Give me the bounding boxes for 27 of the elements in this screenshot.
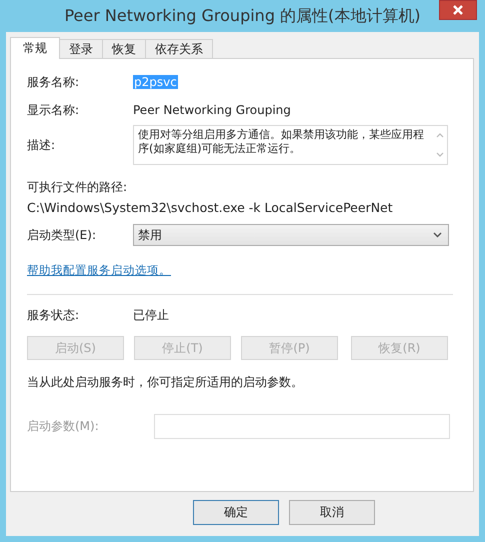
description-box[interactable]: 使用对等分组启用多方通信。如果禁用该功能，某些应用程序(如家庭组)可能无法正常运行。 xyxy=(133,125,448,165)
tab[interactable]: 恢复 xyxy=(102,39,146,58)
service-name-value: p2psvc xyxy=(133,75,178,89)
close-icon xyxy=(452,5,464,15)
window-title: Peer Networking Grouping 的属性(本地计算机) xyxy=(64,6,421,26)
field-label: 服务状态: xyxy=(27,307,80,324)
startup-type-dropdown[interactable]: 禁用 xyxy=(133,224,449,246)
field-label: 服务名称: xyxy=(27,74,80,90)
field-label: 可执行文件的路径: xyxy=(27,179,128,196)
cancel-button[interactable]: 取消 xyxy=(289,500,375,525)
status-value: 已停止 xyxy=(133,307,169,324)
field-label: 启动参数(M): xyxy=(27,418,100,435)
tab[interactable]: 常规 xyxy=(10,37,60,59)
scroll-down-icon[interactable] xyxy=(436,152,444,158)
field-label: 启动类型(E): xyxy=(27,226,97,244)
close-button[interactable] xyxy=(439,0,477,20)
help-link[interactable]: 帮助我配置服务启动选项。 xyxy=(27,263,171,277)
scroll-up-icon[interactable] xyxy=(436,132,444,138)
field-label: 显示名称: xyxy=(27,102,80,118)
path-value: C:\Windows\System32\svchost.exe -k LocalServicePeerNet xyxy=(27,200,393,215)
chevron-down-icon xyxy=(433,232,442,238)
ok-button[interactable]: 确定 xyxy=(193,500,279,525)
description-text: 使用对等分组启用多方通信。如果禁用该功能，某些应用程序(如家庭组)可能无法正常运行。 xyxy=(137,127,425,157)
hint-text: 当从此处启动服务时，你可指定所适用的启动参数。 xyxy=(27,374,303,391)
display-name-value: Peer Networking Grouping xyxy=(133,103,291,117)
tab[interactable]: 依存关系 xyxy=(145,39,213,58)
field-label: 描述: xyxy=(27,136,56,154)
